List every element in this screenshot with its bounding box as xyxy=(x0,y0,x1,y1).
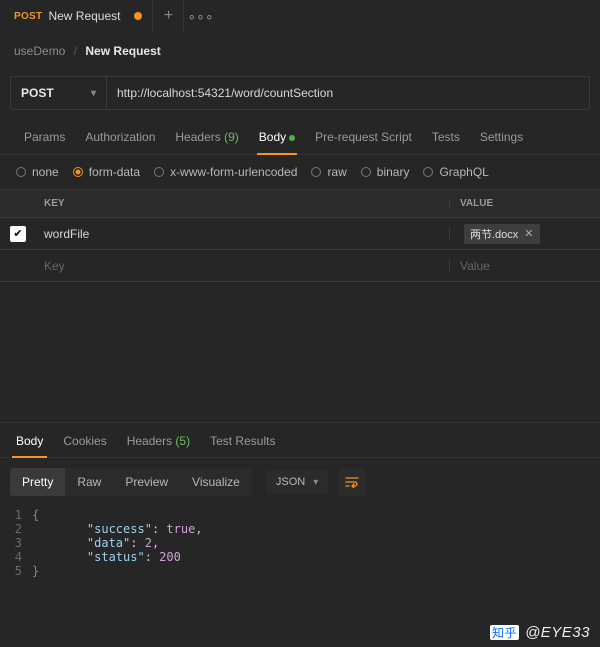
breadcrumb-sep-icon: / xyxy=(74,44,77,58)
resp-tab-headers[interactable]: Headers (5) xyxy=(117,425,200,457)
url-input[interactable]: http://localhost:54321/word/countSection xyxy=(107,77,589,109)
request-tabs: Params Authorization Headers (9) Body Pr… xyxy=(0,110,600,155)
wrap-icon xyxy=(345,476,359,488)
placeholder-key[interactable]: Key xyxy=(36,259,450,273)
chevron-down-icon: ▾ xyxy=(313,477,318,488)
row-checkbox[interactable]: ✔ xyxy=(10,226,26,242)
breadcrumb-workspace[interactable]: useDemo xyxy=(14,44,65,58)
request-tab[interactable]: POST New Request xyxy=(4,0,152,32)
unsaved-dot-icon xyxy=(134,12,142,20)
tab-options-button[interactable]: ∘∘∘ xyxy=(184,8,216,25)
formdata-table: KEY VALUE ✔ wordFile 两节.docx ✕ Key Value xyxy=(0,190,600,282)
breadcrumb: useDemo / New Request xyxy=(0,32,600,58)
file-chip[interactable]: 两节.docx ✕ xyxy=(464,224,540,244)
view-mode-segment: Pretty Raw Preview Visualize xyxy=(10,468,252,496)
breadcrumb-current: New Request xyxy=(85,44,160,58)
tab-settings[interactable]: Settings xyxy=(470,124,533,154)
watermark-text: @EYE33 xyxy=(525,624,590,641)
tab-title: New Request xyxy=(48,9,120,23)
radio-icon xyxy=(311,167,321,177)
table-header: KEY VALUE xyxy=(0,190,600,218)
format-value: JSON xyxy=(276,476,305,488)
tab-authorization[interactable]: Authorization xyxy=(75,124,165,154)
radio-urlencoded[interactable]: x-www-form-urlencoded xyxy=(154,165,297,179)
tab-bar: POST New Request + ∘∘∘ xyxy=(0,0,600,32)
viewmode-raw[interactable]: Raw xyxy=(65,468,113,496)
http-method-select[interactable]: POST ▾ xyxy=(11,77,107,109)
radio-none[interactable]: none xyxy=(16,165,59,179)
resp-tab-testresults[interactable]: Test Results xyxy=(200,425,285,457)
url-value: http://localhost:54321/word/countSection xyxy=(117,86,333,100)
viewmode-visualize[interactable]: Visualize xyxy=(180,468,252,496)
file-name: 两节.docx xyxy=(470,226,518,242)
response-body[interactable]: 1{ 2 "success": true, 3 "data": 2, 4 "st… xyxy=(0,504,600,578)
placeholder-value[interactable]: Value xyxy=(450,259,600,273)
http-method-value: POST xyxy=(21,86,54,100)
radio-form-data[interactable]: form-data xyxy=(73,165,140,179)
header-key: KEY xyxy=(36,198,450,209)
tab-method: POST xyxy=(14,11,42,22)
radio-icon xyxy=(73,167,83,177)
table-row[interactable]: ✔ wordFile 两节.docx ✕ xyxy=(0,218,600,250)
response-area: Body Cookies Headers (5) Test Results Pr… xyxy=(0,422,600,578)
dot-icon xyxy=(289,135,295,141)
tab-params[interactable]: Params xyxy=(14,124,75,154)
resp-tab-cookies[interactable]: Cookies xyxy=(53,425,116,457)
viewmode-pretty[interactable]: Pretty xyxy=(10,468,65,496)
tab-headers[interactable]: Headers (9) xyxy=(165,124,248,154)
viewmode-preview[interactable]: Preview xyxy=(113,468,180,496)
row-value[interactable]: 两节.docx ✕ xyxy=(450,224,600,244)
wrap-lines-button[interactable] xyxy=(338,468,366,496)
watermark: 知乎 @EYE33 xyxy=(490,624,590,641)
tab-body[interactable]: Body xyxy=(249,124,305,154)
radio-raw[interactable]: raw xyxy=(311,165,346,179)
response-tabs: Body Cookies Headers (5) Test Results xyxy=(0,423,600,458)
row-key[interactable]: wordFile xyxy=(36,227,450,241)
zhihu-logo-icon: 知乎 xyxy=(490,625,519,640)
response-toolbar: Pretty Raw Preview Visualize JSON ▾ xyxy=(0,458,600,504)
response-format-select[interactable]: JSON ▾ xyxy=(266,470,328,494)
table-row-placeholder[interactable]: Key Value xyxy=(0,250,600,282)
radio-icon xyxy=(154,167,164,177)
radio-icon xyxy=(16,167,26,177)
radio-icon xyxy=(423,167,433,177)
request-row: POST ▾ http://localhost:54321/word/count… xyxy=(10,76,590,110)
remove-file-icon[interactable]: ✕ xyxy=(524,227,533,240)
tab-tests[interactable]: Tests xyxy=(422,124,470,154)
radio-icon xyxy=(361,167,371,177)
new-tab-button[interactable]: + xyxy=(152,0,184,32)
header-value: VALUE xyxy=(450,198,600,209)
radio-binary[interactable]: binary xyxy=(361,165,410,179)
resp-tab-body[interactable]: Body xyxy=(6,425,53,457)
chevron-down-icon: ▾ xyxy=(91,88,96,99)
radio-graphql[interactable]: GraphQL xyxy=(423,165,488,179)
body-type-radios: none form-data x-www-form-urlencoded raw… xyxy=(0,155,600,190)
tab-prerequest[interactable]: Pre-request Script xyxy=(305,124,422,154)
